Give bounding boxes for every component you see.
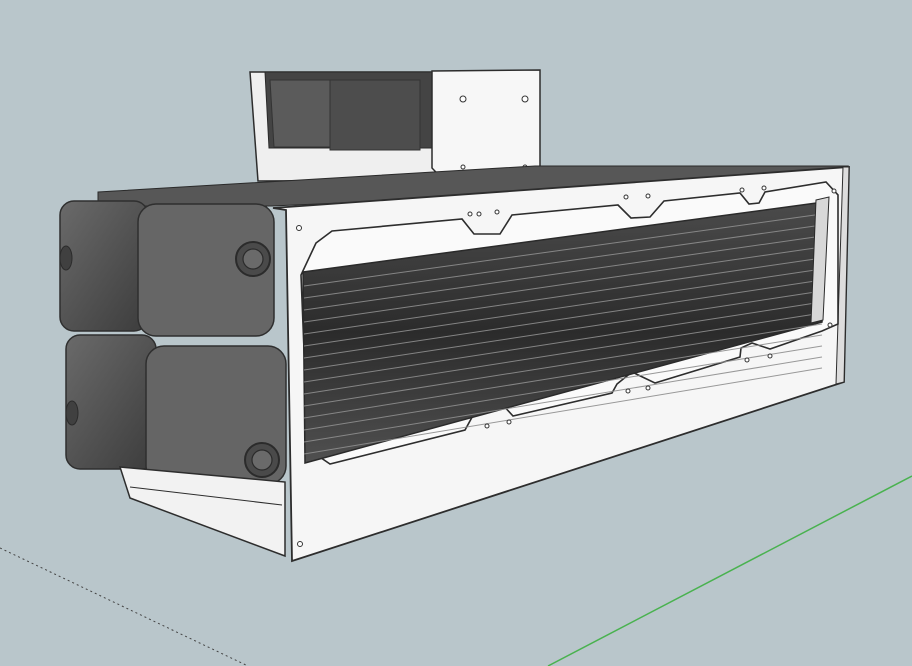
- side-fan-modules[interactable]: [59, 200, 287, 485]
- bottom-bracket: [118, 466, 286, 558]
- model-canvas[interactable]: [0, 0, 912, 666]
- 3d-model-viewport[interactable]: [0, 0, 912, 666]
- ground-axis-green: [547, 475, 912, 666]
- ground-axis-dashed: [0, 547, 249, 666]
